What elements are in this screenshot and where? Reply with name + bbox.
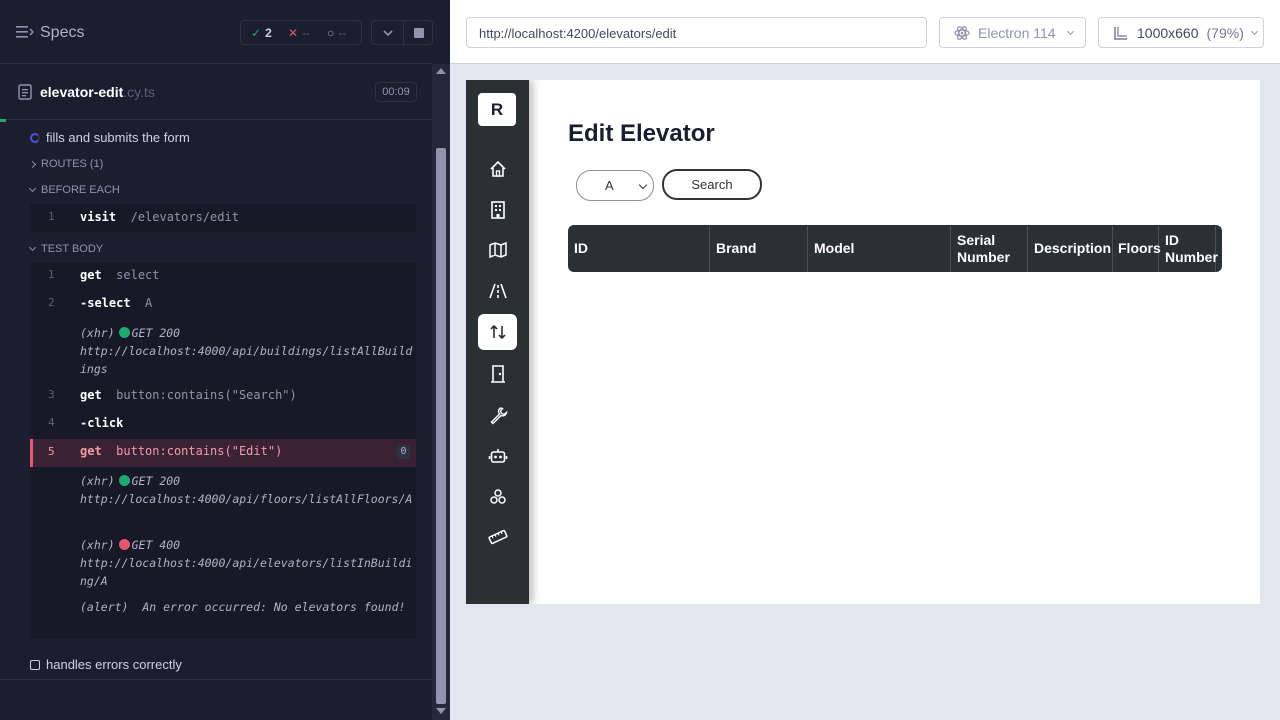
divider: [403, 21, 404, 44]
status-error-icon: [118, 539, 130, 550]
app-logo[interactable]: R: [478, 93, 516, 126]
page-title: Edit Elevator: [568, 120, 715, 147]
road-icon[interactable]: [478, 273, 517, 309]
stop-icon[interactable]: [414, 28, 424, 38]
chevron-down-icon: [28, 184, 37, 193]
check-icon: ✓: [251, 26, 262, 40]
test-stats: ✓ 2 ✕ -- ○ --: [240, 20, 362, 45]
command-row[interactable]: 1 get select: [30, 268, 416, 286]
test-title-fills-form[interactable]: fills and submits the form: [30, 130, 190, 145]
run-controls: [371, 20, 433, 45]
column-header-description: Description: [1028, 225, 1113, 272]
column-header-floors: Floors: [1113, 225, 1161, 272]
test-body-section[interactable]: TEST BODY: [28, 243, 103, 255]
column-header-model: Model: [808, 225, 951, 272]
column-header-id: ID: [568, 225, 710, 272]
command-row[interactable]: 2 -select A: [30, 296, 416, 314]
xhr-log-entry[interactable]: (xhr) GET 200 http://localhost:4000/api/fl…: [80, 472, 416, 508]
elevators-table-header: ID Brand Model Serial Number Description…: [568, 225, 1222, 272]
xhr-log-entry[interactable]: (xhr) GET 200 http://localhost:4000/api/bu…: [80, 324, 416, 378]
file-icon: [18, 84, 32, 100]
chevron-down-icon[interactable]: [381, 26, 395, 40]
browser-selector[interactable]: Electron 114: [939, 17, 1086, 48]
search-button[interactable]: Search: [662, 169, 762, 200]
command-row[interactable]: 4 -click: [30, 416, 416, 434]
chevron-down-icon: [1250, 27, 1258, 35]
chevron-down-icon: [28, 243, 37, 252]
passed-count: ✓ 2: [251, 26, 272, 40]
divider: [0, 679, 432, 680]
column-header-brand: Brand: [710, 225, 808, 272]
scroll-up-icon[interactable]: [436, 68, 446, 74]
electron-icon: [954, 25, 970, 40]
map-icon[interactable]: [478, 232, 517, 268]
chevron-right-icon: [28, 160, 37, 168]
home-icon[interactable]: [478, 151, 517, 187]
scroll-thumb[interactable]: [436, 148, 446, 704]
boxes-icon[interactable]: [478, 479, 517, 515]
viewport-selector[interactable]: 1000x660 (79%): [1098, 17, 1264, 48]
pending-count: ○ --: [327, 26, 347, 40]
runner-scrollbar[interactable]: [432, 64, 450, 720]
before-each-section[interactable]: BEFORE EACH: [28, 184, 120, 196]
spec-file-name: elevator-edit.cy.ts: [40, 84, 155, 100]
element-count-badge: 0: [397, 445, 410, 459]
door-icon[interactable]: [478, 356, 517, 392]
app-sidebar: R: [466, 80, 529, 604]
ruler-icon[interactable]: [478, 519, 517, 555]
wrench-icon[interactable]: [478, 397, 517, 433]
specs-header: Specs ✓ 2 ✕ -- ○ --: [0, 0, 433, 64]
status-ok-icon: [118, 475, 130, 486]
chevron-down-icon: [638, 180, 648, 190]
spec-file-header: elevator-edit.cy.ts 00:09: [0, 64, 432, 120]
command-row[interactable]: 3 get button:contains("Search"): [30, 388, 416, 406]
before-each-commands: 1 visit /elevators/edit: [30, 204, 416, 232]
test-body-commands: 1 get select 2 -select A (xhr) GET 200 htt…: [30, 263, 416, 639]
failed-count: ✕ --: [288, 26, 311, 40]
progress-indicator: [0, 119, 6, 122]
chevron-down-icon: [1066, 27, 1074, 35]
status-ok-icon: [118, 327, 130, 338]
running-spinner-icon: [30, 132, 40, 143]
pending-test-icon: [30, 659, 40, 670]
elevator-icon[interactable]: [478, 314, 517, 350]
url-bar[interactable]: http://localhost:4200/elevators/edit: [466, 17, 927, 48]
column-header-serial-number: Serial Number: [951, 225, 1028, 272]
test-title-handles-errors[interactable]: handles errors correctly: [30, 657, 182, 672]
failed-command-row[interactable]: 5 get button:contains("Edit") 0: [30, 439, 416, 467]
building-select[interactable]: A: [576, 170, 654, 201]
cross-icon: ✕: [288, 26, 299, 40]
specs-label[interactable]: Specs: [40, 24, 84, 42]
alert-log-entry[interactable]: (alert) An error occurred: No elevators …: [80, 598, 416, 616]
xhr-log-entry[interactable]: (xhr) GET 400 http://localhost:4000/api/el…: [80, 536, 416, 590]
app-under-test: R Edit Elevator A Search ID Brand Model …: [466, 80, 1260, 604]
column-header-id-number: ID Number: [1159, 225, 1218, 272]
browser-toolbar: http://localhost:4200/elevators/edit Ele…: [450, 0, 1280, 64]
spec-duration: 00:09: [375, 82, 417, 102]
building-icon[interactable]: [478, 192, 517, 228]
routes-section[interactable]: ROUTES (1): [28, 158, 103, 170]
robot-icon[interactable]: [478, 438, 517, 474]
menu-icon[interactable]: [16, 24, 34, 40]
viewport-icon: [1114, 26, 1127, 40]
scroll-down-icon[interactable]: [436, 708, 446, 714]
runner-panel: Specs ✓ 2 ✕ -- ○ -- elevator-edit.cy.ts 00:…: [0, 0, 450, 720]
pending-icon: ○: [327, 26, 335, 40]
